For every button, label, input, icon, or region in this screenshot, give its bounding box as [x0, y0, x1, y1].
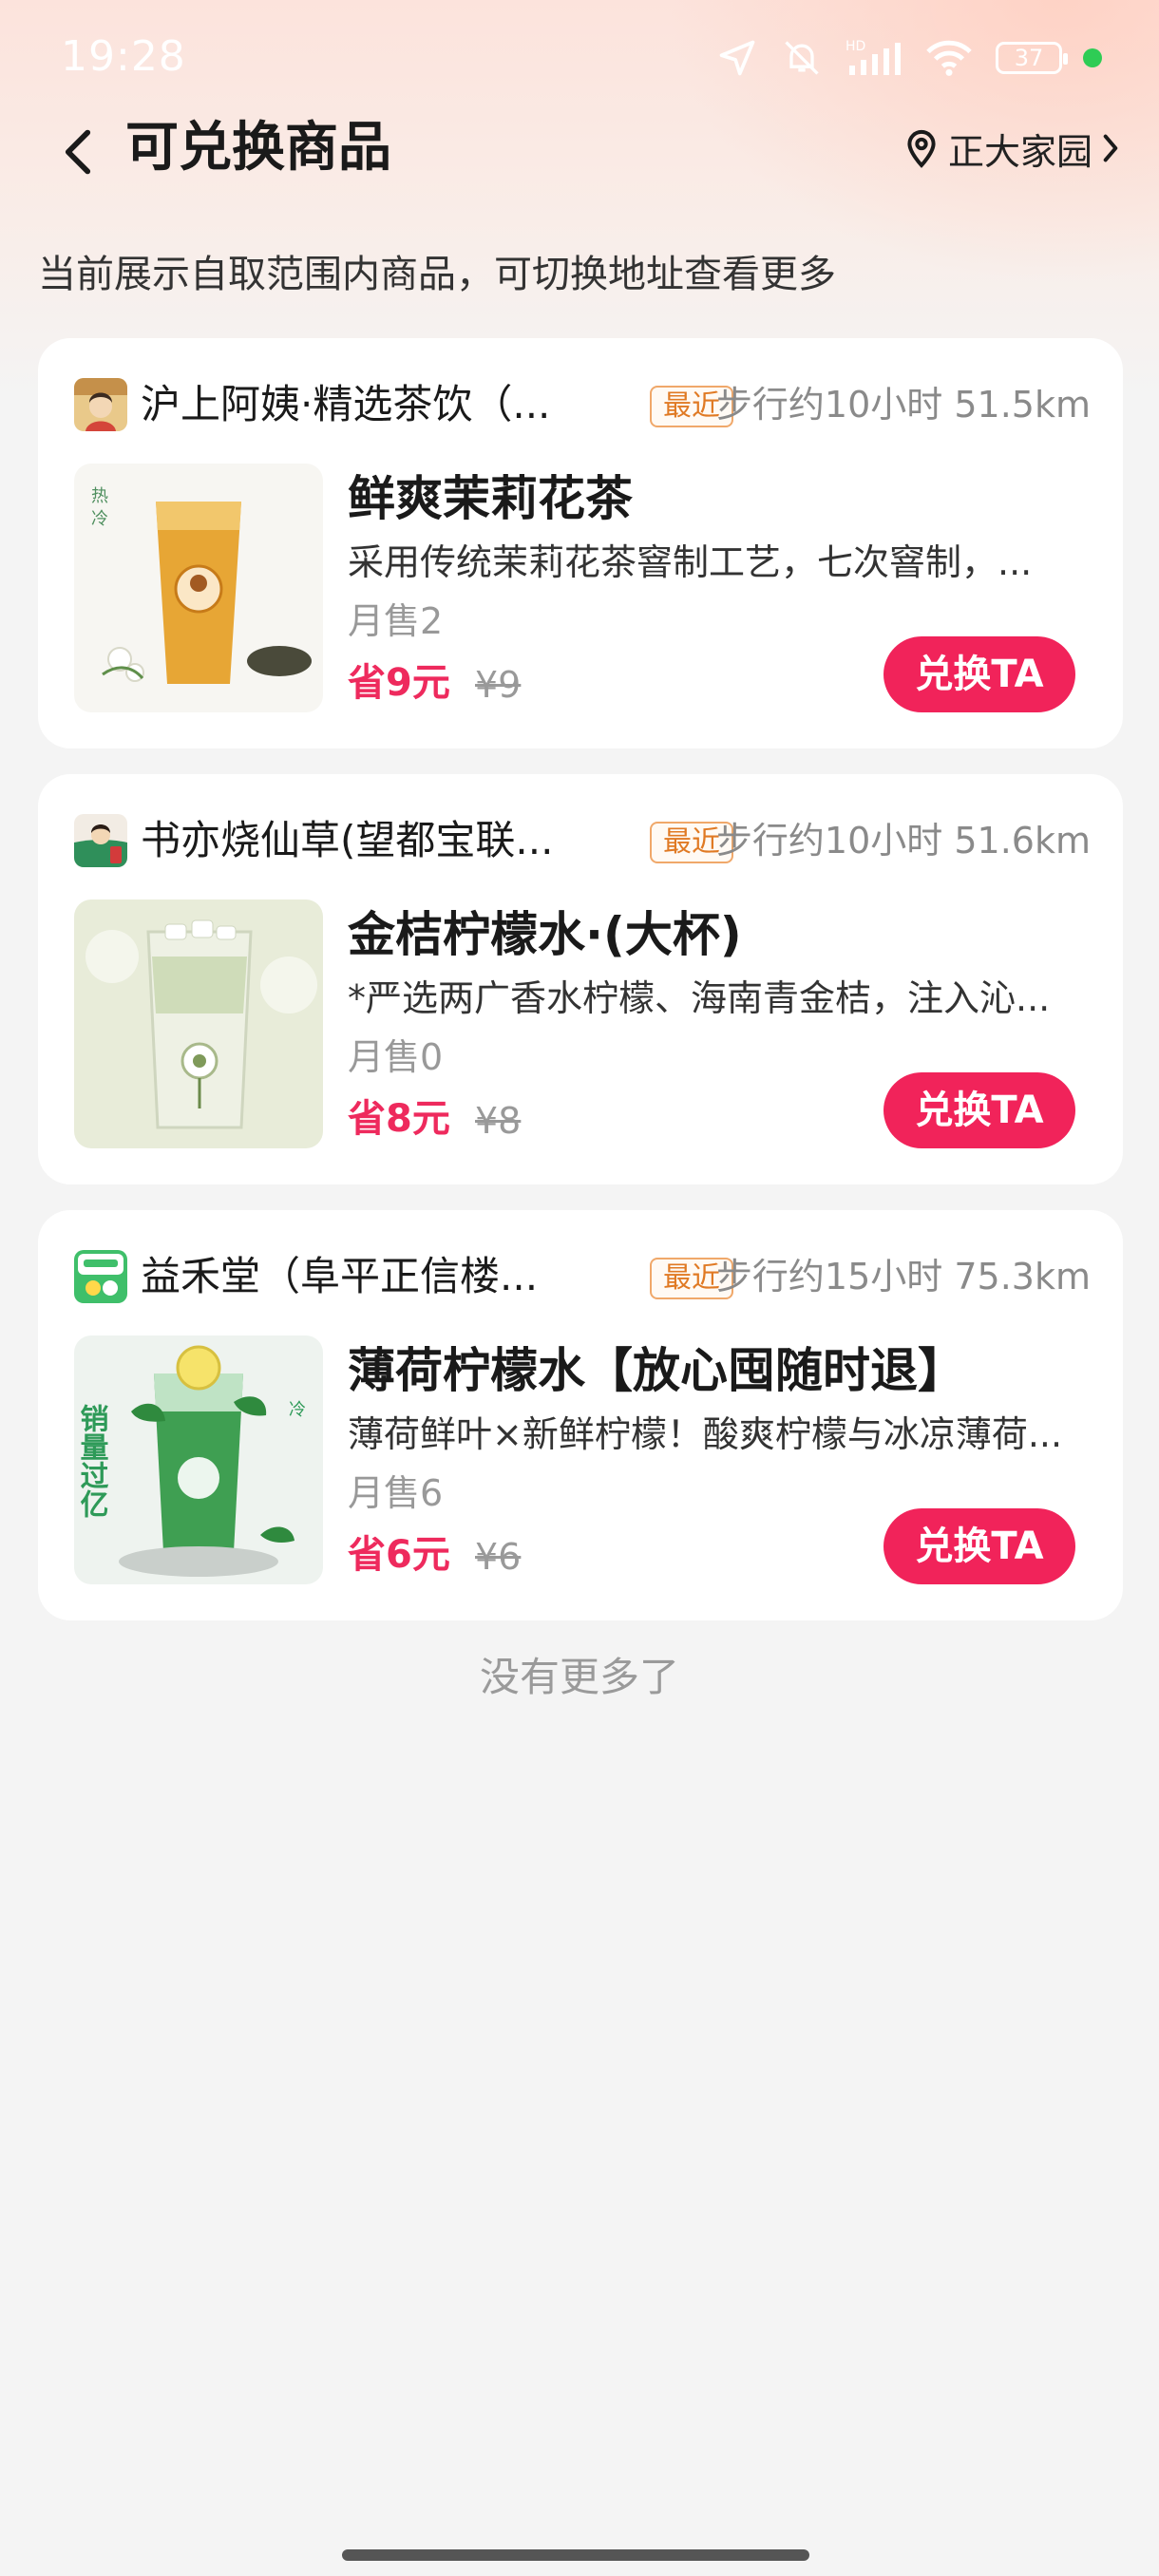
hd-signal-icon: HD	[846, 39, 901, 75]
product-name: 薄荷柠檬水【放心囤随时退】	[348, 1343, 965, 1398]
status-bar: 19:28 HD 37	[0, 0, 1159, 114]
save-amount: 省9元	[348, 661, 450, 705]
shop-row[interactable]: 书亦烧仙草(望都宝联... 最近 步行约10小时 51.6km	[74, 812, 1091, 869]
status-icons: HD 37	[716, 32, 1102, 84]
shop-row[interactable]: 益禾堂（阜平正信楼... 最近 步行约15小时 75.3km	[74, 1248, 1091, 1305]
chevron-left-icon	[65, 129, 91, 175]
location-label: 正大家园	[947, 130, 1092, 173]
product-description: *严选两广香水柠檬、海南青金桔，注入沁...	[348, 977, 1051, 1019]
no-more-text: 没有更多了	[479, 1654, 679, 1700]
save-amount: 省8元	[348, 1097, 450, 1141]
product-card[interactable]: 益禾堂（阜平正信楼... 最近 步行约15小时 75.3km 销量过亿 冷 薄荷…	[38, 1210, 1123, 1620]
original-price: ¥8	[475, 1100, 522, 1142]
monthly-sales: 月售2	[348, 600, 444, 642]
shop-row[interactable]: 沪上阿姨·精选茶饮（... 最近 步行约10小时 51.5km	[74, 376, 1091, 433]
product-image[interactable]	[74, 900, 323, 1148]
back-button[interactable]	[49, 114, 106, 190]
battery-icon: 37	[996, 42, 1068, 74]
location-selector[interactable]: 正大家园	[904, 120, 1119, 177]
shop-avatar	[74, 1250, 127, 1303]
monthly-sales: 月售0	[348, 1036, 444, 1078]
monthly-sales: 月售6	[348, 1472, 444, 1514]
product-card[interactable]: 书亦烧仙草(望都宝联... 最近 步行约10小时 51.6km 金桔柠檬水·(大…	[38, 774, 1123, 1184]
svg-text:热: 热	[91, 486, 108, 506]
product-description: 薄荷鲜叶×新鲜柠檬！酸爽柠檬与冰凉薄荷...	[348, 1413, 1063, 1455]
svg-text:HD: HD	[846, 39, 865, 54]
redeem-button[interactable]: 兑换TA	[884, 636, 1075, 712]
location-pin-icon	[907, 129, 936, 168]
svg-text:冷: 冷	[91, 509, 108, 529]
location-arrow-icon	[719, 40, 755, 76]
svg-text:冷: 冷	[289, 1400, 306, 1420]
original-price: ¥9	[475, 664, 522, 706]
product-card[interactable]: 沪上阿姨·精选茶饮（... 最近 步行约10小时 51.5km 热 冷 鲜爽茉莉…	[38, 338, 1123, 748]
range-notice: 当前展示自取范围内商品，可切换地址查看更多	[38, 253, 836, 296]
wifi-icon	[926, 40, 972, 76]
shop-name: 书亦烧仙草(望都宝联...	[141, 817, 554, 863]
mute-icon	[785, 41, 819, 75]
distance: 步行约15小时 75.3km	[715, 1256, 1091, 1297]
product-name: 金桔柠檬水·(大杯)	[348, 907, 742, 962]
page-title: 可兑换商品	[125, 117, 391, 179]
product-image[interactable]: 热 冷	[74, 464, 323, 712]
redeem-button[interactable]: 兑换TA	[884, 1508, 1075, 1584]
home-indicator[interactable]	[342, 2549, 809, 2561]
chevron-right-icon	[1103, 134, 1118, 162]
distance: 步行约10小时 51.5km	[715, 384, 1091, 426]
save-amount: 省6元	[348, 1533, 450, 1577]
shop-avatar	[74, 378, 127, 431]
distance: 步行约10小时 51.6km	[715, 820, 1091, 862]
shop-name: 益禾堂（阜平正信楼...	[141, 1253, 539, 1299]
product-image[interactable]: 销量过亿 冷	[74, 1335, 323, 1584]
product-image-label: 销量过亿	[75, 1404, 109, 1518]
redeem-button[interactable]: 兑换TA	[884, 1072, 1075, 1148]
shop-name: 沪上阿姨·精选茶饮（...	[141, 381, 551, 427]
shop-avatar	[74, 814, 127, 867]
status-time: 19:28	[61, 32, 186, 81]
product-name: 鲜爽茉莉花茶	[348, 471, 633, 526]
original-price: ¥6	[475, 1536, 522, 1578]
green-dot-icon	[1083, 48, 1102, 67]
product-description: 采用传统茉莉花茶窨制工艺，七次窨制，...	[348, 541, 1033, 583]
